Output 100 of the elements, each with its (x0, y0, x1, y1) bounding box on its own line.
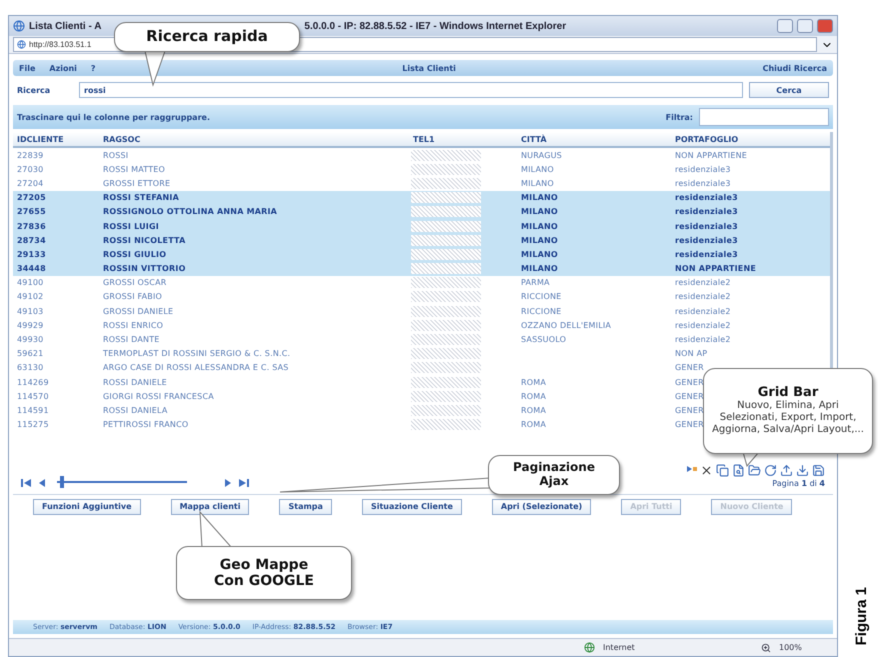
table-row[interactable]: 34448 ROSSIN VITTORIO MILANO NON APPARTIENE (13, 262, 830, 276)
table-cell-text: GENER (674, 363, 704, 372)
table-cell-text: 59621 (16, 349, 44, 358)
play-icon[interactable] (687, 464, 697, 474)
table-cell-text: residenziale3 (674, 222, 738, 231)
download-icon[interactable] (796, 464, 809, 477)
page-info: Pagina 1 di 4 (772, 478, 825, 488)
table-cell-text: MILANO (520, 264, 558, 274)
obscured-phone (411, 178, 481, 189)
search-button[interactable]: Cerca (749, 82, 829, 98)
folder-icon[interactable] (748, 464, 761, 477)
table-row[interactable]: 29133 ROSSI GIULIO MILANO residenziale3 (13, 247, 830, 262)
page-icon (17, 40, 26, 49)
table-cell-text: residenziale3 (674, 193, 738, 202)
table-row[interactable]: 28734 ROSSI NICOLETTA MILANO residenziale3 (13, 233, 830, 248)
table-cell-text: 22839 (16, 150, 44, 160)
column-header[interactable]: TEL1 (409, 134, 517, 144)
menu-item[interactable]: ? (90, 64, 96, 72)
menu-item[interactable]: File (19, 64, 36, 72)
table-cell-text: 114591 (16, 406, 49, 415)
zoom-icon[interactable] (761, 642, 771, 652)
callout-title: Geo Mappe Con GOOGLE (212, 556, 315, 590)
table-cell-text: NURAGUS (520, 150, 562, 160)
table-cell-text: MILANO (520, 164, 554, 174)
obscured-phone (411, 404, 481, 416)
table-cell-text: 27655 (16, 207, 46, 216)
delete-icon[interactable] (700, 464, 713, 477)
page-title: Lista Clienti (401, 64, 457, 72)
table-cell-text: MILANO (520, 207, 558, 216)
table-cell-text: GENER (674, 378, 704, 387)
table-row[interactable]: 27655 ROSSIGNOLO OTTOLINA ANNA MARIA MILANO residenziale3 (13, 204, 830, 219)
table-cell-text: ROSSI NICOLETTA (102, 236, 186, 245)
obscured-phone (411, 263, 481, 274)
search-field[interactable]: rossi (79, 82, 743, 98)
table-cell-text: ROSSI LUIGI (102, 222, 159, 231)
obscured-phone (411, 334, 481, 346)
close-button[interactable] (817, 19, 833, 33)
menu-item[interactable]: Azioni (49, 64, 77, 72)
table-cell-text: 29133 (16, 250, 46, 259)
upload-icon[interactable] (780, 464, 793, 477)
table-cell-text: MILANO (520, 222, 558, 231)
table-cell-text: 49929 (16, 320, 44, 330)
previous-page-icon[interactable] (37, 478, 47, 488)
table-cell-text: GENER (674, 392, 704, 401)
table-cell-text: MILANO (520, 250, 558, 259)
table-cell-text: 115275 (16, 420, 49, 430)
search-label: Ricerca (17, 86, 52, 94)
table-cell-text: GENER (674, 406, 704, 415)
minimize-button[interactable] (777, 19, 793, 33)
refresh-icon[interactable] (764, 464, 777, 477)
action-button[interactable]: Funzioni Aggiuntive (33, 498, 141, 515)
table-cell-text: GROSSI ETTORE (102, 178, 170, 188)
slider-thumb[interactable] (60, 476, 64, 488)
table-row[interactable]: 27205 ROSSI STEFANIA MILANO residenziale3 (13, 190, 830, 205)
action-button[interactable]: Stampa (279, 498, 332, 515)
table-cell-text: 34448 (16, 264, 46, 274)
table-cell-text: 27030 (16, 164, 44, 174)
close-search-link[interactable]: Chiudi Ricerca (762, 64, 827, 72)
table-cell-text: ROMA (520, 406, 546, 415)
filter-field[interactable] (699, 108, 829, 126)
table-cell-text: 49103 (16, 306, 44, 316)
column-header[interactable]: IDCLIENTE (13, 134, 99, 144)
obscured-phone (411, 206, 481, 218)
first-page-icon[interactable] (21, 478, 31, 488)
table-cell-text: GIORGI ROSSI FRANCESCA (102, 392, 214, 401)
action-button[interactable]: Mappa clienti (170, 498, 250, 515)
action-button[interactable]: Situazione Cliente (362, 498, 462, 515)
callout-title: Paginazione Ajax (512, 461, 596, 489)
save-icon[interactable] (812, 464, 825, 477)
table-cell-text: NON APPARTIENE (674, 150, 748, 160)
obscured-phone (411, 277, 481, 288)
table-cell-text: GROSSI FABIO (102, 292, 162, 302)
column-header[interactable]: CITTÀ (517, 134, 671, 144)
column-header[interactable]: PORTAFOGLIO (671, 134, 830, 144)
table-cell-text: OZZANO DELL'EMILIA (520, 320, 612, 330)
table-cell-text: residenziale3 (674, 178, 731, 188)
table-cell-text: MILANO (520, 193, 558, 202)
obscured-phone (411, 419, 481, 430)
next-page-icon[interactable] (223, 478, 233, 488)
maximize-button[interactable] (797, 19, 813, 33)
table-row[interactable]: 49100 GROSSI OSCAR PARMA residenziale2 (13, 276, 731, 290)
table-cell-text: RICCIONE (520, 306, 562, 316)
table-cell-text: SASSUOLO (520, 335, 566, 344)
obscured-phone (411, 306, 481, 317)
window-title: 5.0.0.0 - IP: 82.88.5.52 - IE7 - Windows Internet Explorer (304, 20, 566, 32)
last-page-icon[interactable] (239, 478, 249, 488)
table-cell-text: residenziale2 (674, 292, 731, 302)
document-search-icon[interactable] (732, 464, 745, 477)
column-header[interactable]: RAGSOC (99, 134, 409, 144)
table-cell-text: MILANO (520, 236, 558, 245)
zoom-level[interactable]: 100% (779, 643, 829, 652)
table-cell-text: GENER (674, 420, 704, 430)
table-cell-text: residenziale2 (674, 335, 731, 344)
copy-icon[interactable] (716, 464, 729, 477)
table-row[interactable]: 27836 ROSSI LUIGI MILANO residenziale3 (13, 218, 830, 234)
action-button[interactable]: Apri (Selezionate) (492, 498, 592, 515)
table-cell-text: ARGO CASE DI ROSSI ALESSANDRA E C. SAS (102, 363, 289, 372)
table-cell-text: ROSSI DANIELE (102, 378, 167, 387)
window-title: Lista Clienti - A (29, 20, 102, 32)
table-cell-text: GROSSI OSCAR (102, 278, 167, 288)
